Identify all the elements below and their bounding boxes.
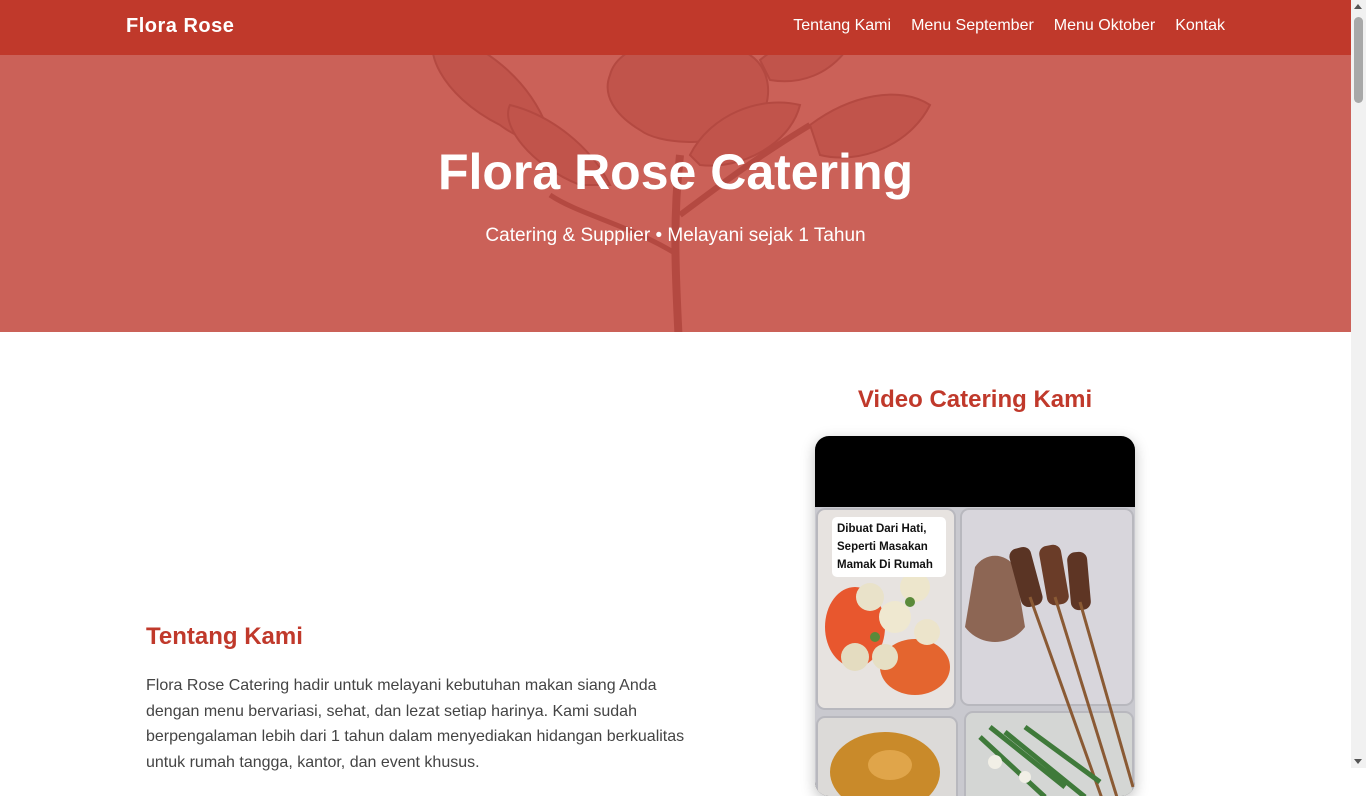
nav-links: Tentang Kami Menu September Menu Oktober… xyxy=(793,17,1225,35)
nav-link-menu-oktober[interactable]: Menu Oktober xyxy=(1054,17,1155,35)
hero-banner: Flora Rose Catering Catering & Supplier … xyxy=(0,55,1351,332)
video-section-title: Video Catering Kami xyxy=(857,386,1093,413)
nav-link-tentang-kami[interactable]: Tentang Kami xyxy=(793,17,891,35)
page-scrollbar[interactable] xyxy=(1351,0,1366,768)
about-title: Tentang Kami xyxy=(146,623,303,650)
video-caption-line: Mamak Di Rumah xyxy=(837,559,933,571)
navbar: Flora Rose Tentang Kami Menu September M… xyxy=(0,0,1351,55)
scroll-up-arrow-icon[interactable] xyxy=(1354,4,1362,9)
scroll-down-arrow-icon[interactable] xyxy=(1354,759,1362,764)
video-player[interactable]: Dibuat Dari Hati, Seperti Masakan Mamak … xyxy=(815,436,1135,796)
nav-link-kontak[interactable]: Kontak xyxy=(1175,17,1225,35)
scrollbar-thumb[interactable] xyxy=(1354,17,1363,103)
video-caption: Dibuat Dari Hati, Seperti Masakan Mamak … xyxy=(832,517,946,577)
nav-link-menu-september[interactable]: Menu September xyxy=(911,17,1034,35)
video-caption-line: Seperti Masakan xyxy=(837,541,928,553)
hero-title: Flora Rose Catering xyxy=(437,144,914,200)
brand-logo-link[interactable]: Flora Rose xyxy=(126,15,234,38)
about-text: Flora Rose Catering hadir untuk melayani… xyxy=(146,677,685,771)
video-caption-line: Dibuat Dari Hati, xyxy=(837,523,927,535)
hero-subtitle: Catering & Supplier • Melayani sejak 1 T… xyxy=(485,225,866,246)
